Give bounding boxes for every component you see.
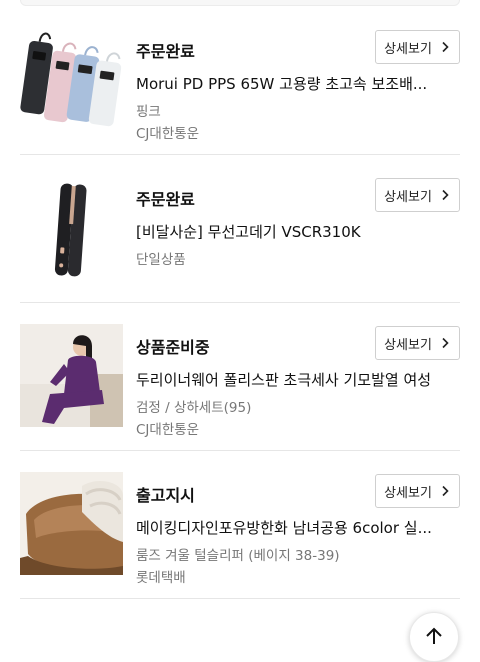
order-item: 주문완료 [비달사순] 무선고데기 VSCR310K 단일상품 상세보기: [20, 155, 460, 303]
view-details-button[interactable]: 상세보기: [375, 326, 460, 360]
view-details-button[interactable]: 상세보기: [375, 30, 460, 64]
product-thumbnail-power-bank[interactable]: [20, 28, 123, 131]
order-status: 주문완료: [136, 42, 195, 61]
product-option: 핑크: [136, 104, 161, 120]
order-item: 출고지시 메이킹디자인포유방한화 남녀공용 6color 실... 룸즈 겨울 …: [20, 451, 460, 599]
order-item: 상품준비중 두리이너웨어 폴리스판 초극세사 기모발열 여성... 검정 / 상…: [20, 303, 460, 451]
order-item: 주문완료 Morui PD PPS 65W 고용량 초고속 보조배... 핑크 …: [20, 7, 460, 155]
order-status: 주문완료: [136, 190, 195, 209]
chevron-right-icon: [442, 189, 449, 201]
chevron-right-icon: [442, 337, 449, 349]
chevron-right-icon: [442, 485, 449, 497]
previous-section-edge: [20, 0, 460, 6]
product-thumbnail-hair-straightener[interactable]: [20, 176, 123, 279]
view-details-label: 상세보기: [384, 189, 432, 205]
arrow-up-icon: [426, 627, 442, 644]
product-option: 검정 / 상하세트(95): [136, 400, 252, 416]
product-name[interactable]: Morui PD PPS 65W 고용량 초고속 보조배...: [136, 73, 432, 94]
delivery-carrier: CJ대한통운: [136, 126, 200, 142]
delivery-carrier: 롯데택배: [136, 570, 186, 586]
view-details-button[interactable]: 상세보기: [375, 178, 460, 212]
product-option: 룸즈 겨울 털슬리퍼 (베이지 38-39): [136, 548, 340, 564]
view-details-label: 상세보기: [384, 485, 432, 501]
order-status: 상품준비중: [136, 338, 210, 357]
chevron-right-icon: [442, 41, 449, 53]
scroll-to-top-button[interactable]: [409, 612, 459, 662]
order-status: 출고지시: [136, 486, 195, 505]
product-thumbnail-fur-slipper[interactable]: [20, 472, 123, 575]
view-details-label: 상세보기: [384, 41, 432, 57]
delivery-carrier: CJ대한통운: [136, 422, 200, 438]
product-name[interactable]: [비달사순] 무선고데기 VSCR310K: [136, 221, 432, 242]
view-details-button[interactable]: 상세보기: [375, 474, 460, 508]
product-name[interactable]: 메이킹디자인포유방한화 남녀공용 6color 실...: [136, 517, 432, 538]
product-thumbnail-thermal-underwear[interactable]: [20, 324, 123, 427]
view-details-label: 상세보기: [384, 337, 432, 353]
product-option: 단일상품: [136, 252, 186, 268]
product-name[interactable]: 두리이너웨어 폴리스판 초극세사 기모발열 여성...: [136, 369, 432, 390]
